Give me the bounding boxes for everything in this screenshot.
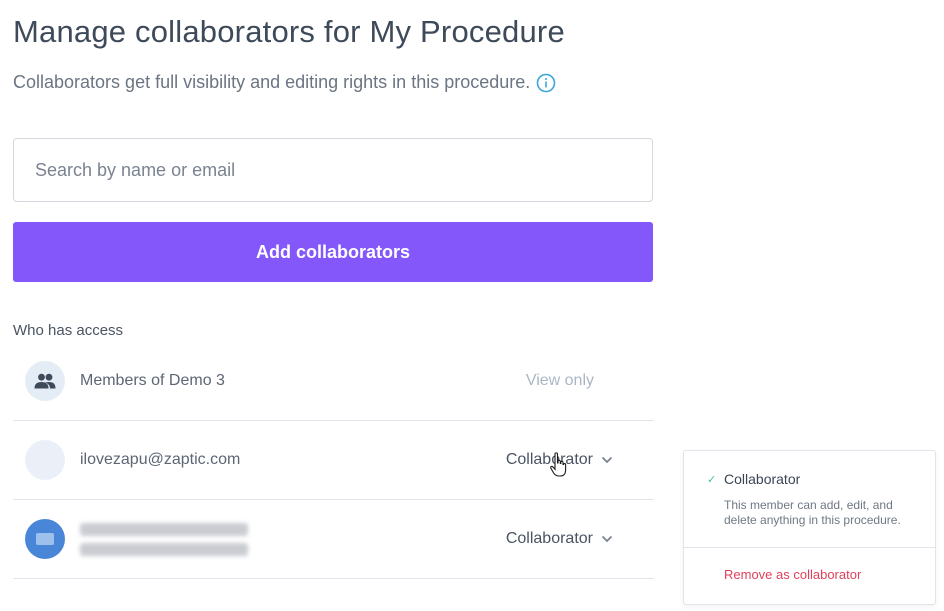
redacted-name bbox=[80, 522, 248, 536]
access-row-role: View only bbox=[525, 371, 594, 389]
subtitle-text: Collaborators get full visibility and ed… bbox=[13, 72, 531, 92]
hand-pointer-cursor-icon bbox=[549, 451, 569, 481]
role-dropdown-trigger[interactable]: Collaborator bbox=[506, 530, 613, 548]
avatar bbox=[25, 519, 65, 559]
role-option-description: This member can add, edit, and delete an… bbox=[724, 498, 901, 527]
role-dropdown-menu: ✓ Collaborator This member can add, edit… bbox=[683, 450, 936, 605]
chevron-down-icon bbox=[601, 456, 613, 464]
role-label: Collaborator bbox=[505, 530, 593, 547]
access-row-user: Collaborator bbox=[13, 500, 654, 579]
add-collaborators-button[interactable]: Add collaborators bbox=[13, 222, 653, 282]
page-title: Manage collaborators for My Procedure bbox=[13, 14, 565, 49]
chevron-down-icon bbox=[601, 535, 613, 543]
redacted-email bbox=[80, 542, 248, 556]
info-icon[interactable] bbox=[536, 73, 556, 93]
search-input[interactable] bbox=[13, 138, 653, 202]
group-icon bbox=[25, 360, 65, 401]
page-subtitle: Collaborators get full visibility and ed… bbox=[13, 72, 556, 93]
access-row-name: Members of Demo 3 bbox=[80, 371, 225, 389]
who-has-access-label: Who has access bbox=[13, 322, 124, 339]
avatar bbox=[25, 440, 65, 480]
access-row-group: Members of Demo 3 View only bbox=[13, 341, 654, 421]
access-row-email: ilovezapu@zaptic.com bbox=[80, 451, 241, 468]
redacted-user-info bbox=[80, 522, 248, 556]
remove-collaborator-button[interactable]: Remove as collaborator bbox=[724, 567, 861, 582]
checkmark-icon: ✓ bbox=[707, 474, 717, 486]
role-option-collaborator[interactable]: ✓ Collaborator This member can add, edit… bbox=[684, 451, 935, 548]
role-option-title: Collaborator bbox=[724, 471, 801, 487]
